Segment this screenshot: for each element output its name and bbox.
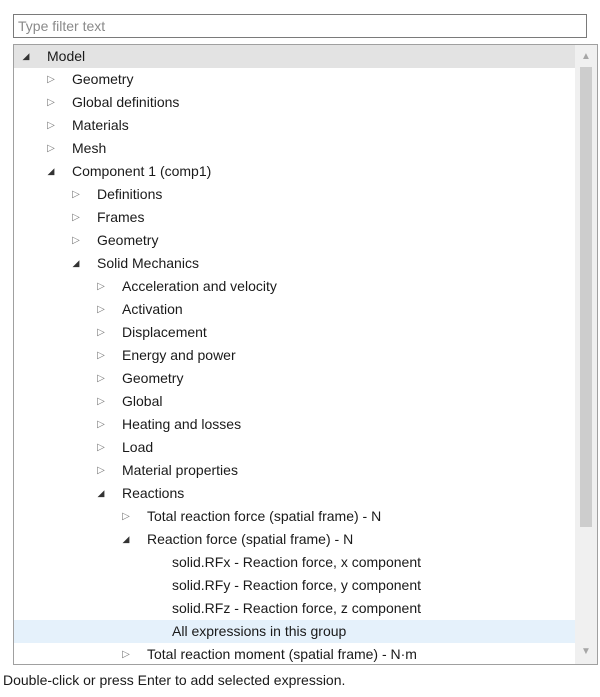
tree-item[interactable]: ◢ Solid Mechanics: [14, 252, 576, 275]
tree-item[interactable]: ▷ Total reaction moment (spatial frame) -…: [14, 643, 576, 664]
triangle-down-icon[interactable]: ◢: [45, 160, 57, 183]
triangle-right-icon[interactable]: ▷: [70, 229, 82, 252]
status-text: Double-click or press Enter to add selec…: [3, 672, 346, 688]
tree-item[interactable]: ▷ Total reaction force (spatial frame) - …: [14, 505, 576, 528]
tree-item[interactable]: solid.RFy - Reaction force, y component: [14, 574, 576, 597]
triangle-down-icon[interactable]: ◢: [95, 482, 107, 505]
tree-item[interactable]: ▷ Load: [14, 436, 576, 459]
tree-item[interactable]: ▷ Heating and losses: [14, 413, 576, 436]
tree-item-label: Mesh: [72, 140, 107, 156]
tree-item-label: Definitions: [97, 186, 163, 202]
filter-input[interactable]: [14, 15, 586, 37]
triangle-down-icon[interactable]: ◢: [70, 252, 82, 275]
tree-item-label: Global definitions: [72, 94, 180, 110]
tree-item[interactable]: ◢ Reaction force (spatial frame) - N: [14, 528, 576, 551]
triangle-right-icon[interactable]: ▷: [95, 344, 107, 367]
triangle-right-icon[interactable]: ▷: [95, 413, 107, 436]
tree-item[interactable]: All expressions in this group: [14, 620, 576, 643]
tree-item-label: Geometry: [72, 71, 134, 87]
tree-item[interactable]: ▷ Geometry: [14, 367, 576, 390]
triangle-right-icon[interactable]: ▷: [70, 183, 82, 206]
tree-item-label: Material properties: [122, 462, 238, 478]
tree-item-label: Solid Mechanics: [97, 255, 199, 271]
tree-item-label: solid.RFz - Reaction force, z component: [172, 600, 421, 616]
tree-rows: ◢ Model ▷ Geometry ▷ Global definitions ▷ Mater…: [14, 45, 576, 664]
triangle-right-icon[interactable]: ▷: [120, 505, 132, 528]
tree-item[interactable]: ▷ Energy and power: [14, 344, 576, 367]
triangle-right-icon[interactable]: ▷: [45, 114, 57, 137]
triangle-right-icon[interactable]: ▷: [95, 275, 107, 298]
scroll-down-arrow-icon[interactable]: ▼: [575, 643, 597, 661]
tree-item-label: Frames: [97, 209, 145, 225]
tree-item[interactable]: ▷ Materials: [14, 114, 576, 137]
scroll-thumb[interactable]: [580, 67, 592, 527]
expression-tree[interactable]: ◢ Model ▷ Geometry ▷ Global definitions ▷ Mater…: [13, 44, 598, 665]
triangle-right-icon[interactable]: ▷: [70, 206, 82, 229]
tree-item-label: solid.RFx - Reaction force, x component: [172, 554, 421, 570]
triangle-right-icon[interactable]: ▷: [45, 91, 57, 114]
vertical-scrollbar[interactable]: ▲ ▼: [575, 45, 597, 664]
triangle-right-icon[interactable]: ▷: [45, 137, 57, 160]
triangle-down-icon[interactable]: ◢: [20, 45, 32, 68]
tree-item[interactable]: ◢ Model: [14, 45, 576, 68]
tree-item[interactable]: ◢ Component 1 (comp1): [14, 160, 576, 183]
tree-item[interactable]: ▷ Global: [14, 390, 576, 413]
tree-item[interactable]: ◢ Reactions: [14, 482, 576, 505]
tree-item[interactable]: solid.RFz - Reaction force, z component: [14, 597, 576, 620]
tree-item[interactable]: ▷ Mesh: [14, 137, 576, 160]
tree-item[interactable]: ▷ Geometry: [14, 68, 576, 91]
tree-item-label: solid.RFy - Reaction force, y component: [172, 577, 421, 593]
tree-item[interactable]: solid.RFx - Reaction force, x component: [14, 551, 576, 574]
triangle-right-icon[interactable]: ▷: [95, 459, 107, 482]
tree-item-label: Model: [47, 48, 86, 64]
triangle-right-icon[interactable]: ▷: [95, 390, 107, 413]
tree-item-label: Activation: [122, 301, 183, 317]
tree-item[interactable]: ▷ Material properties: [14, 459, 576, 482]
triangle-right-icon[interactable]: ▷: [45, 68, 57, 91]
filter-box[interactable]: [13, 14, 587, 38]
scroll-up-arrow-icon[interactable]: ▲: [575, 48, 597, 66]
tree-item-label: Total reaction force (spatial frame) - N: [147, 508, 382, 524]
triangle-right-icon[interactable]: ▷: [95, 298, 107, 321]
triangle-right-icon[interactable]: ▷: [95, 367, 107, 390]
tree-item-label: Acceleration and velocity: [122, 278, 277, 294]
tree-item[interactable]: ▷ Displacement: [14, 321, 576, 344]
tree-item-label: Reaction force (spatial frame) - N: [147, 531, 354, 547]
tree-item[interactable]: ▷ Definitions: [14, 183, 576, 206]
tree-item-label: Displacement: [122, 324, 207, 340]
triangle-down-icon[interactable]: ◢: [120, 528, 132, 551]
tree-item[interactable]: ▷ Frames: [14, 206, 576, 229]
tree-item-label: Component 1 (comp1): [72, 163, 212, 179]
tree-item-label: Load: [122, 439, 154, 455]
triangle-right-icon[interactable]: ▷: [120, 643, 132, 664]
tree-item-label: Heating and losses: [122, 416, 242, 432]
tree-item-label: Reactions: [122, 485, 185, 501]
triangle-right-icon[interactable]: ▷: [95, 436, 107, 459]
tree-item-label: Geometry: [97, 232, 159, 248]
tree-item[interactable]: ▷ Activation: [14, 298, 576, 321]
tree-item-label: All expressions in this group: [172, 623, 347, 639]
tree-item-label: Total reaction moment (spatial frame) - …: [147, 646, 417, 662]
tree-item[interactable]: ▷ Global definitions: [14, 91, 576, 114]
tree-item-label: Global: [122, 393, 163, 409]
tree-item[interactable]: ▷ Geometry: [14, 229, 576, 252]
triangle-right-icon[interactable]: ▷: [95, 321, 107, 344]
tree-item-label: Materials: [72, 117, 129, 133]
tree-item[interactable]: ▷ Acceleration and velocity: [14, 275, 576, 298]
tree-item-label: Energy and power: [122, 347, 236, 363]
tree-item-label: Geometry: [122, 370, 184, 386]
